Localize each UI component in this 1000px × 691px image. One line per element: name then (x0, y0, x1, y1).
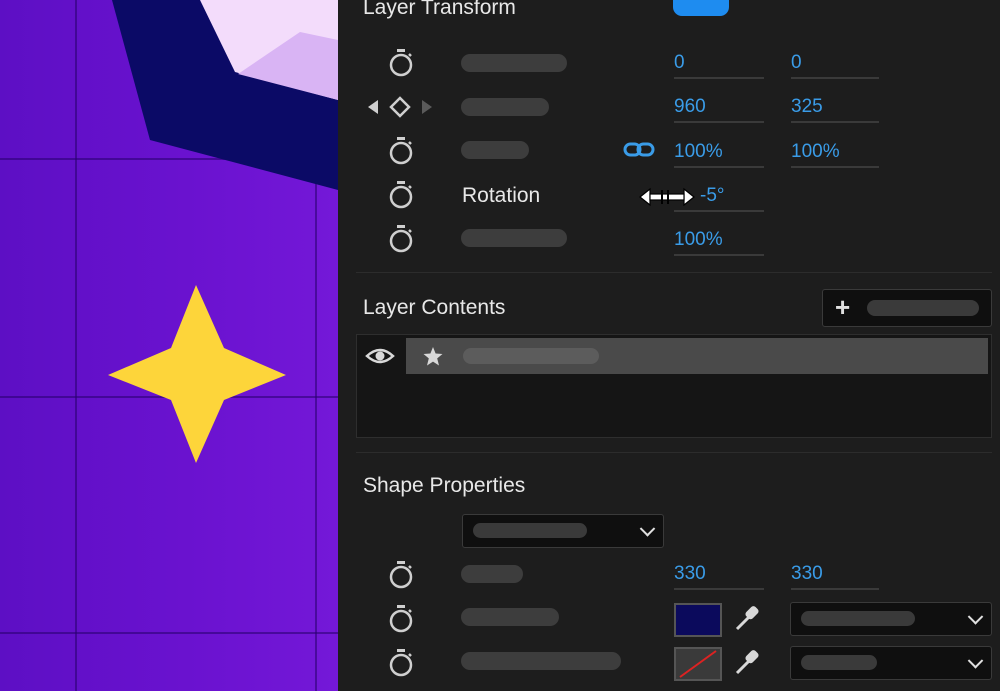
rotation-value[interactable]: -5° (700, 185, 725, 207)
chevron-down-icon (967, 653, 984, 669)
position-y-value[interactable]: 325 (791, 96, 823, 118)
position-x-value[interactable]: 960 (674, 96, 706, 118)
eyedropper-icon[interactable] (734, 604, 760, 632)
scale-y-value[interactable]: 100% (791, 141, 840, 163)
stroke-type-label (801, 655, 877, 670)
position-label (461, 98, 549, 116)
opacity-value[interactable]: 100% (674, 229, 723, 251)
fill-color-swatch[interactable] (674, 603, 722, 637)
properties-panel: Layer Transform 0 0 960 325 100% 100% Ro… (338, 0, 1000, 691)
stopwatch-icon[interactable] (388, 648, 414, 678)
anchor-x-value[interactable]: 0 (674, 52, 685, 74)
underline (791, 588, 879, 590)
eye-icon[interactable] (365, 346, 395, 366)
underline (791, 166, 879, 168)
size-label (461, 565, 523, 583)
fill-label (461, 608, 559, 626)
underline (674, 121, 764, 123)
stopwatch-icon[interactable] (388, 136, 414, 166)
underline (674, 254, 764, 256)
chevron-down-icon (639, 521, 656, 537)
size-height-value[interactable]: 330 (791, 563, 823, 585)
underline (791, 77, 879, 79)
link-icon[interactable] (623, 140, 655, 160)
shape-properties-title: Shape Properties (363, 474, 526, 497)
underline (791, 121, 879, 123)
composition-canvas[interactable] (0, 0, 338, 691)
layer-transform-title: Layer Transform (363, 0, 516, 19)
shape-type-dropdown[interactable] (462, 514, 664, 548)
size-width-value[interactable]: 330 (674, 563, 706, 585)
anchor-y-value[interactable]: 0 (791, 52, 802, 74)
keyframe-diamond-icon (389, 96, 411, 118)
scrub-cursor-icon (639, 187, 695, 207)
keyframe-navigator[interactable] (366, 96, 436, 118)
stroke-type-dropdown[interactable] (790, 646, 992, 680)
section-divider (356, 452, 992, 453)
underline (674, 77, 764, 79)
layer-transform-toggle[interactable] (673, 0, 729, 16)
prev-keyframe-icon (368, 100, 378, 114)
stopwatch-icon[interactable] (388, 224, 414, 254)
fill-type-label (801, 611, 915, 626)
rotation-label: Rotation (462, 184, 541, 207)
list-item[interactable] (406, 338, 988, 374)
add-icon: + (835, 292, 851, 322)
scale-x-value[interactable]: 100% (674, 141, 723, 163)
stroke-label (461, 652, 621, 670)
add-content-label (867, 300, 979, 316)
stopwatch-icon[interactable] (388, 560, 414, 590)
star-shape (108, 285, 286, 463)
chevron-down-icon (967, 609, 984, 625)
stopwatch-icon[interactable] (388, 604, 414, 634)
star-icon (423, 347, 443, 366)
add-content-button[interactable]: + (822, 289, 992, 327)
fill-type-dropdown[interactable] (790, 602, 992, 636)
stopwatch-icon[interactable] (388, 48, 414, 78)
scale-label (461, 141, 529, 159)
stopwatch-icon[interactable] (388, 180, 414, 210)
canvas-shapes (108, 0, 338, 463)
opacity-label (461, 229, 567, 247)
shape-type-label (473, 523, 587, 538)
next-keyframe-icon (422, 100, 432, 114)
stroke-color-swatch[interactable] (674, 647, 722, 681)
content-item-label (463, 348, 599, 364)
underline (674, 166, 764, 168)
anchor-point-label (461, 54, 567, 72)
layer-contents-title: Layer Contents (363, 296, 506, 319)
section-divider (356, 272, 992, 273)
underline (674, 588, 764, 590)
underline (674, 210, 764, 212)
layer-contents-list (356, 334, 992, 438)
eyedropper-icon[interactable] (734, 648, 760, 676)
